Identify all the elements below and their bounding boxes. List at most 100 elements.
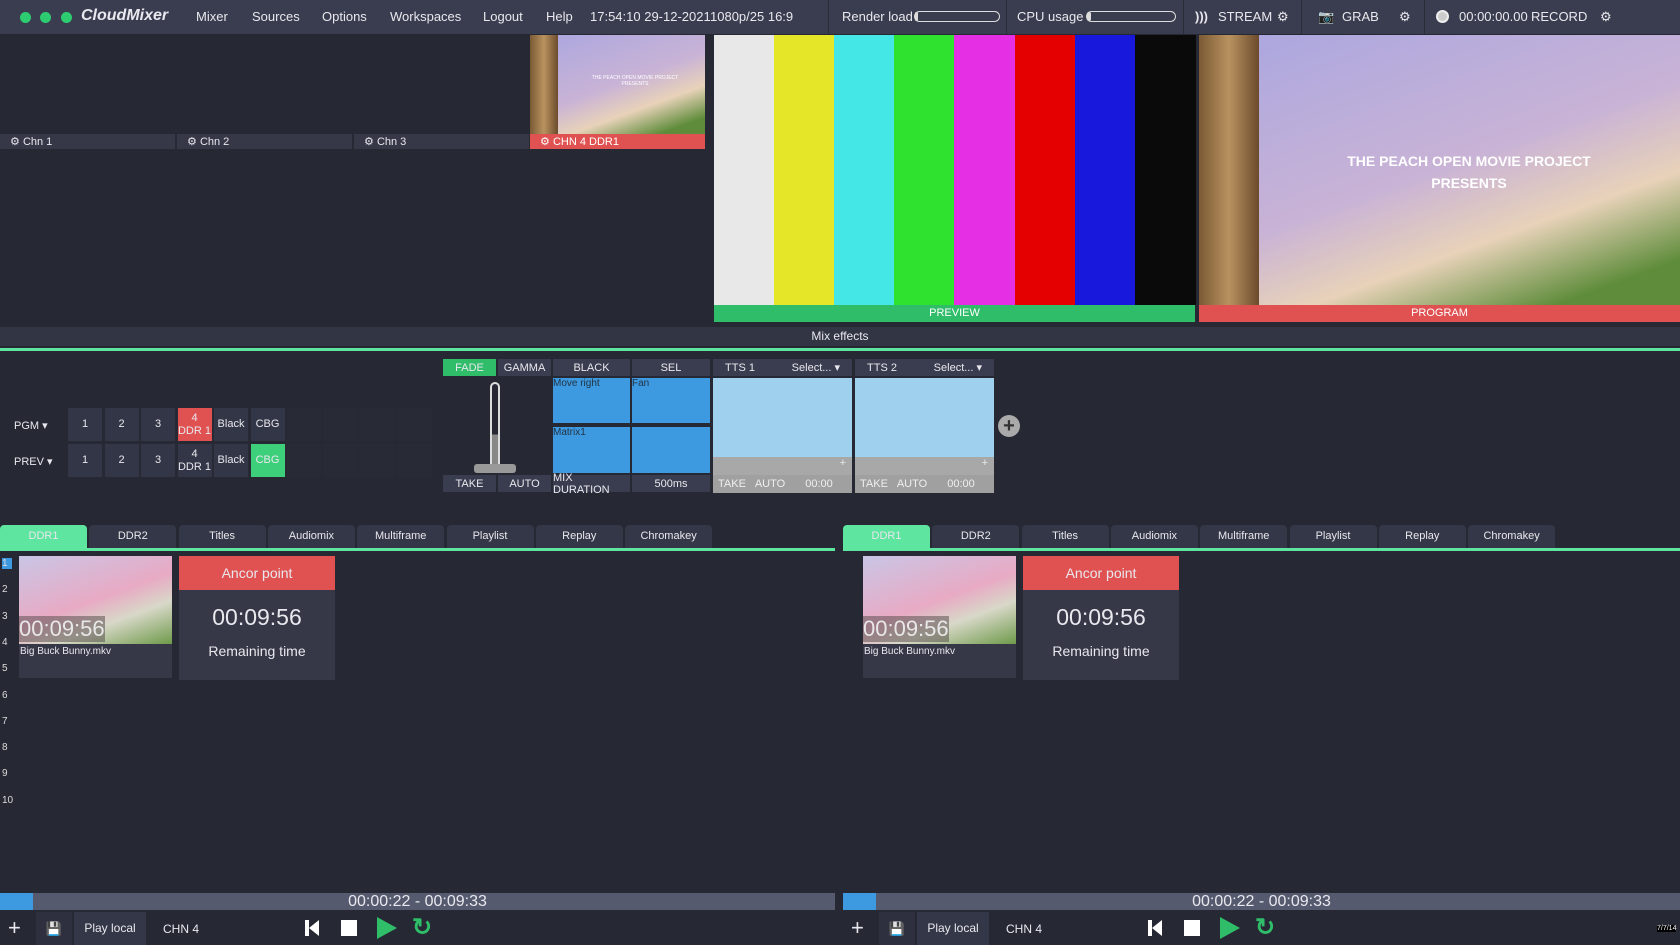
gear-icon[interactable]: ⚙	[10, 136, 20, 148]
row-number[interactable]: 6	[2, 690, 8, 701]
clip-card[interactable]: 00:09:56 Big Buck Bunny.mkv	[863, 556, 1016, 678]
pgm-source-3[interactable]: 3	[140, 407, 176, 442]
grab-gear-icon[interactable]: ⚙	[1399, 9, 1411, 25]
gear-icon[interactable]: ⚙	[540, 136, 550, 148]
prev-source-3[interactable]: 3	[140, 443, 176, 478]
tts-auto-button[interactable]: AUTO	[751, 478, 789, 490]
channel-1[interactable]: ⚙ Chn 1	[0, 134, 175, 149]
loop-icon[interactable]: ↻	[412, 913, 432, 942]
window-dot[interactable]	[20, 12, 31, 23]
tab-multiframe[interactable]: Multiframe	[1200, 525, 1288, 548]
grab-button[interactable]: GRAB	[1342, 9, 1379, 24]
tab-titles[interactable]: Titles	[1021, 525, 1109, 548]
tab-chromakey[interactable]: Chromakey	[1468, 525, 1556, 548]
tab-ddr1[interactable]: DDR1	[843, 525, 930, 548]
pgm-label[interactable]: PGM ▾	[14, 419, 48, 432]
tab-ddr2[interactable]: DDR2	[932, 525, 1020, 548]
pgm-empty-slot[interactable]	[286, 407, 322, 442]
auto-button[interactable]: AUTO	[498, 475, 551, 492]
clip-card[interactable]: 00:09:56 Big Buck Bunny.mkv	[19, 556, 172, 678]
anchor-card[interactable]: Ancor point 00:09:56 Remaining time	[179, 556, 335, 680]
play-icon[interactable]	[377, 917, 397, 939]
row-number[interactable]: 8	[2, 742, 8, 753]
anchor-card[interactable]: Ancor point 00:09:56 Remaining time	[1023, 556, 1179, 680]
play-local-button[interactable]: Play local	[917, 912, 989, 945]
channel-4[interactable]: ⚙ CHN 4 DDR1	[530, 134, 705, 149]
gear-icon[interactable]: ⚙	[187, 136, 197, 148]
tts-select[interactable]: Select... ▾	[792, 361, 840, 374]
tab-audiomix[interactable]: Audiomix	[1110, 525, 1198, 548]
prev-empty-slot[interactable]	[395, 443, 432, 478]
tts-select[interactable]: Select... ▾	[934, 361, 982, 374]
t-bar-handle[interactable]	[474, 464, 516, 473]
window-dot[interactable]	[40, 12, 51, 23]
menu-workspaces[interactable]: Workspaces	[390, 9, 461, 24]
effect-fan[interactable]: Fan	[632, 378, 710, 423]
row-number[interactable]: 4	[2, 637, 8, 648]
loop-icon[interactable]: ↻	[1255, 913, 1275, 942]
prev-empty-slot[interactable]	[286, 443, 322, 478]
row-number[interactable]: 10	[2, 795, 13, 806]
tts-auto-button[interactable]: AUTO	[893, 478, 931, 490]
row-number[interactable]: 9	[2, 768, 8, 779]
effect-move-right[interactable]: Move right	[553, 378, 630, 423]
add-tts-icon[interactable]: +	[998, 415, 1020, 437]
stop-icon[interactable]	[341, 920, 357, 936]
mix-duration-value[interactable]: 500ms	[632, 475, 710, 492]
pgm-empty-slot[interactable]	[359, 407, 395, 442]
t-bar-slider[interactable]	[490, 382, 500, 470]
pgm-empty-slot[interactable]	[395, 407, 432, 442]
save-icon[interactable]: 💾	[879, 912, 915, 945]
channel-4-thumbnail[interactable]: THE PEACH OPEN MOVIE PROJECT PRESENTS	[530, 35, 705, 134]
play-local-button[interactable]: Play local	[74, 912, 146, 945]
take-button[interactable]: TAKE	[443, 475, 496, 492]
pgm-source-cbg[interactable]: CBG	[249, 407, 286, 442]
stream-gear-icon[interactable]: ⚙	[1277, 9, 1289, 25]
record-button[interactable]: RECORD	[1531, 9, 1587, 24]
pgm-source-1[interactable]: 1	[67, 407, 103, 442]
tab-replay[interactable]: Replay	[535, 525, 623, 548]
tts-take-button[interactable]: TAKE	[713, 478, 751, 490]
tab-chromakey[interactable]: Chromakey	[625, 525, 713, 548]
row-number[interactable]: 2	[2, 584, 8, 595]
stop-icon[interactable]	[1184, 920, 1200, 936]
menu-logout[interactable]: Logout	[483, 9, 523, 24]
prev-empty-slot[interactable]	[359, 443, 395, 478]
effect-empty[interactable]	[632, 427, 710, 473]
prev-source-cbg[interactable]: CBG	[249, 443, 286, 478]
tab-titles[interactable]: Titles	[178, 525, 266, 548]
add-icon[interactable]: +	[8, 915, 21, 941]
skip-back-icon[interactable]	[1152, 920, 1162, 936]
fade-button[interactable]: FADE	[443, 359, 496, 376]
tts-add-icon[interactable]: +	[855, 457, 994, 475]
menu-sources[interactable]: Sources	[252, 9, 300, 24]
play-icon[interactable]	[1220, 917, 1240, 939]
channel-2[interactable]: ⚙ Chn 2	[177, 134, 352, 149]
prev-empty-slot[interactable]	[322, 443, 359, 478]
tab-audiomix[interactable]: Audiomix	[267, 525, 355, 548]
prev-source-1[interactable]: 1	[67, 443, 103, 478]
effect-matrix1[interactable]: Matrix1	[553, 427, 630, 473]
tts-take-button[interactable]: TAKE	[855, 478, 893, 490]
prev-source-black[interactable]: Black	[213, 443, 249, 478]
tab-ddr2[interactable]: DDR2	[89, 525, 177, 548]
sel-button[interactable]: SEL	[632, 359, 710, 376]
menu-options[interactable]: Options	[322, 9, 367, 24]
prev-source-2[interactable]: 2	[103, 443, 140, 478]
tts-add-icon[interactable]: +	[713, 457, 852, 475]
pgm-source-4[interactable]: 4 DDR 1	[176, 407, 213, 442]
skip-back-icon[interactable]	[309, 920, 319, 936]
window-dot[interactable]	[61, 12, 72, 23]
save-icon[interactable]: 💾	[36, 912, 72, 945]
black-button[interactable]: BLACK	[553, 359, 630, 376]
gamma-button[interactable]: GAMMA	[498, 359, 551, 376]
row-number[interactable]: 5	[2, 663, 8, 674]
playback-progress[interactable]: 00:00:22 - 00:09:33	[843, 893, 1680, 910]
tab-playlist[interactable]: Playlist	[1289, 525, 1377, 548]
add-icon[interactable]: +	[851, 915, 864, 941]
row-number[interactable]: 1	[2, 558, 12, 569]
pgm-source-black[interactable]: Black	[213, 407, 249, 442]
stream-button[interactable]: STREAM	[1218, 9, 1272, 24]
pgm-empty-slot[interactable]	[322, 407, 359, 442]
tab-ddr1[interactable]: DDR1	[0, 525, 87, 548]
